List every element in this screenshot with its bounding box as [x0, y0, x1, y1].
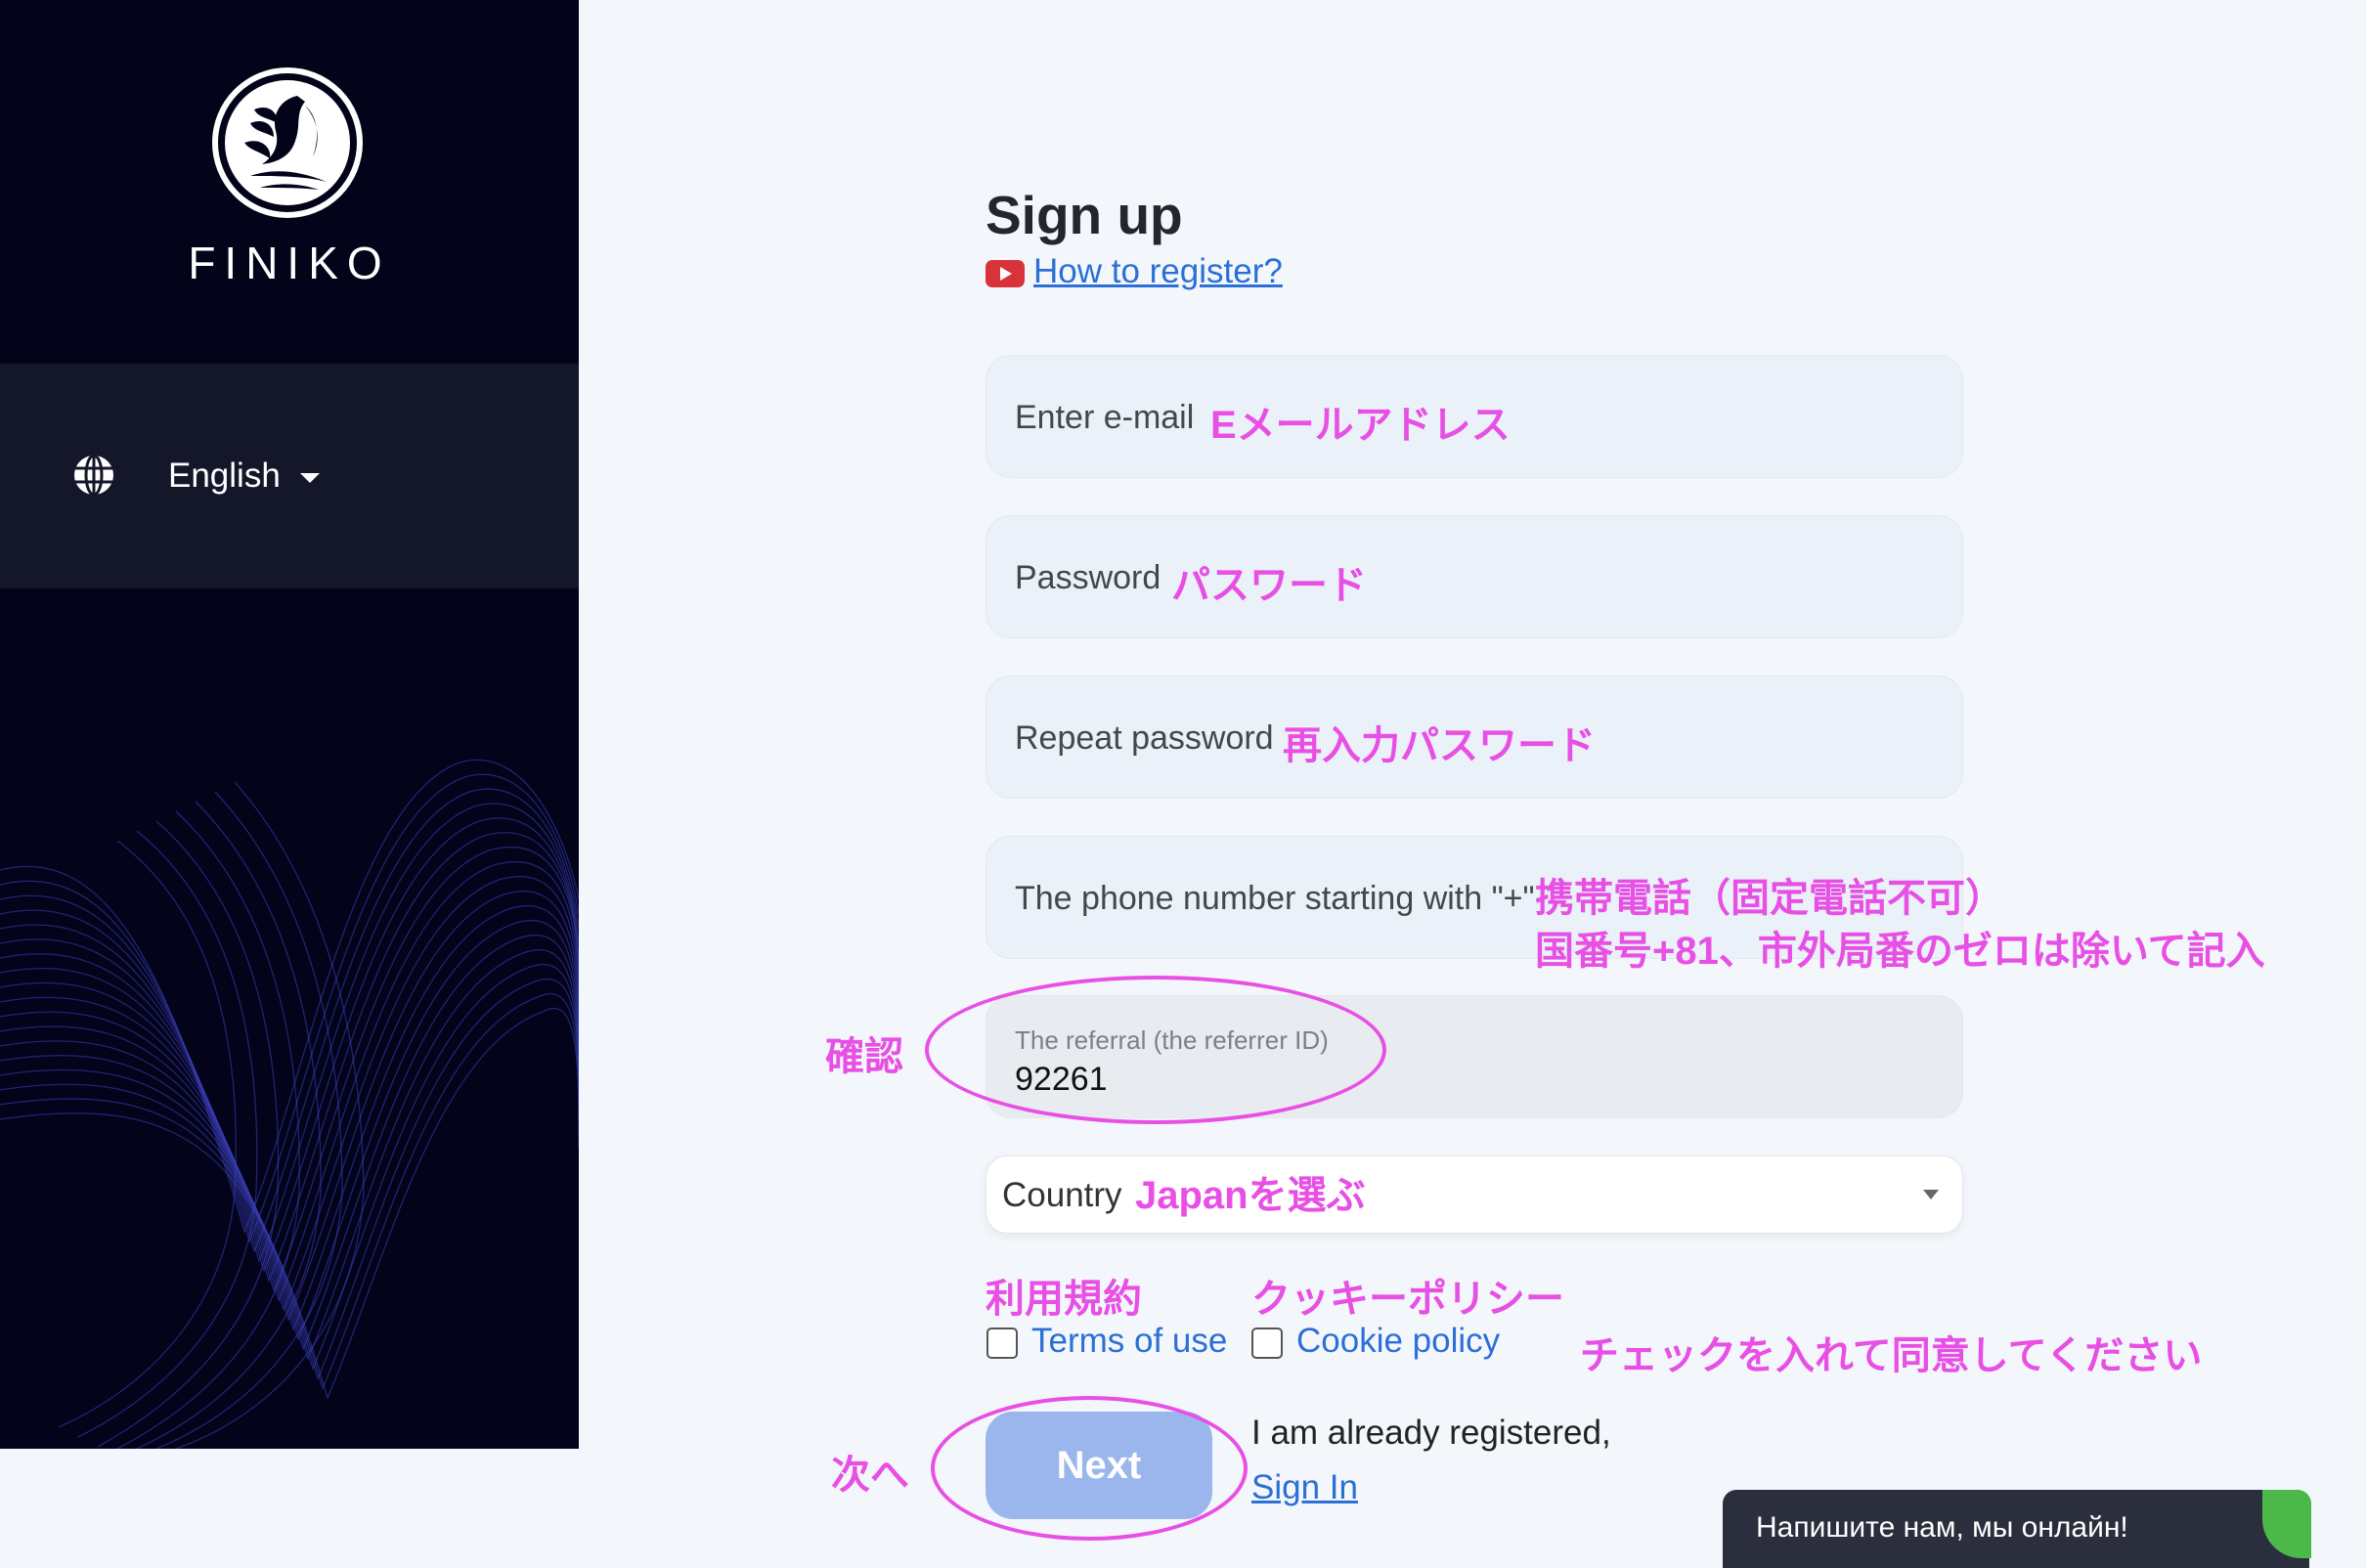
decorative-waves [0, 759, 579, 1449]
country-select[interactable]: Country Japanを選ぶ [986, 1155, 1963, 1234]
youtube-icon [986, 260, 1025, 287]
next-button[interactable]: Next [986, 1412, 1212, 1519]
cookie-policy-link[interactable]: Cookie policy [1296, 1322, 1500, 1361]
referral-field[interactable]: The referral (the referrer ID) 92261 [986, 995, 1963, 1118]
language-label: English [168, 457, 281, 495]
email-placeholder: Enter e-mail [1015, 399, 1195, 436]
chat-text: Напишите нам, мы онлайн! [1756, 1511, 2128, 1544]
country-label: Country [1002, 1176, 1122, 1214]
globe-icon [74, 454, 113, 497]
language-selector[interactable]: English [168, 454, 320, 499]
terms-annotation: 利用規約 [986, 1278, 1142, 1321]
referral-value: 92261 [1015, 1061, 1108, 1098]
phone-annotation-line2: 国番号+81、市外局番のゼロは除いて記入 [1535, 930, 2265, 973]
repeat-password-placeholder: Repeat password [1015, 719, 1274, 757]
page-title: Sign up [986, 185, 1183, 245]
cookie-annotation: クッキーポリシー [1251, 1278, 1564, 1321]
agreement-annotation: チェックを入れて同意してください [1580, 1334, 2203, 1377]
phone-annotation-line1: 携帯電話（固定電話不可） [1535, 877, 2004, 920]
country-annotation: Japanを選ぶ [1135, 1174, 1366, 1217]
already-registered-text: I am already registered, [1251, 1414, 1611, 1452]
caret-down-icon [299, 472, 320, 483]
brand-name: FINIKO [188, 238, 391, 288]
select-caret-icon [1923, 1190, 1939, 1199]
sign-in-link[interactable]: Sign In [1251, 1468, 1358, 1507]
repeat-password-annotation: 再入力パスワード [1283, 724, 1596, 767]
how-to-register-link[interactable]: How to register? [1033, 252, 1283, 291]
password-annotation: パスワード [1171, 564, 1367, 607]
chat-widget[interactable]: Напишите нам, мы онлайн! [1723, 1490, 2311, 1568]
password-field[interactable]: Password [986, 515, 1963, 638]
password-placeholder: Password [1015, 559, 1161, 596]
referral-label: The referral (the referrer ID) [1015, 1025, 1329, 1055]
sidebar: FINIKO English [0, 0, 579, 1449]
next-annotation: 次へ [831, 1454, 909, 1497]
phone-placeholder: The phone number starting with "+" [1015, 880, 1535, 917]
chat-accent [2262, 1490, 2311, 1558]
referral-annotation: 確認 [825, 1035, 903, 1078]
finiko-logo-icon [212, 67, 363, 218]
terms-of-use-link[interactable]: Terms of use [1031, 1322, 1227, 1361]
email-annotation: Eメールアドレス [1210, 404, 1511, 447]
cookie-checkbox[interactable] [1251, 1328, 1283, 1359]
terms-checkbox[interactable] [986, 1328, 1018, 1359]
